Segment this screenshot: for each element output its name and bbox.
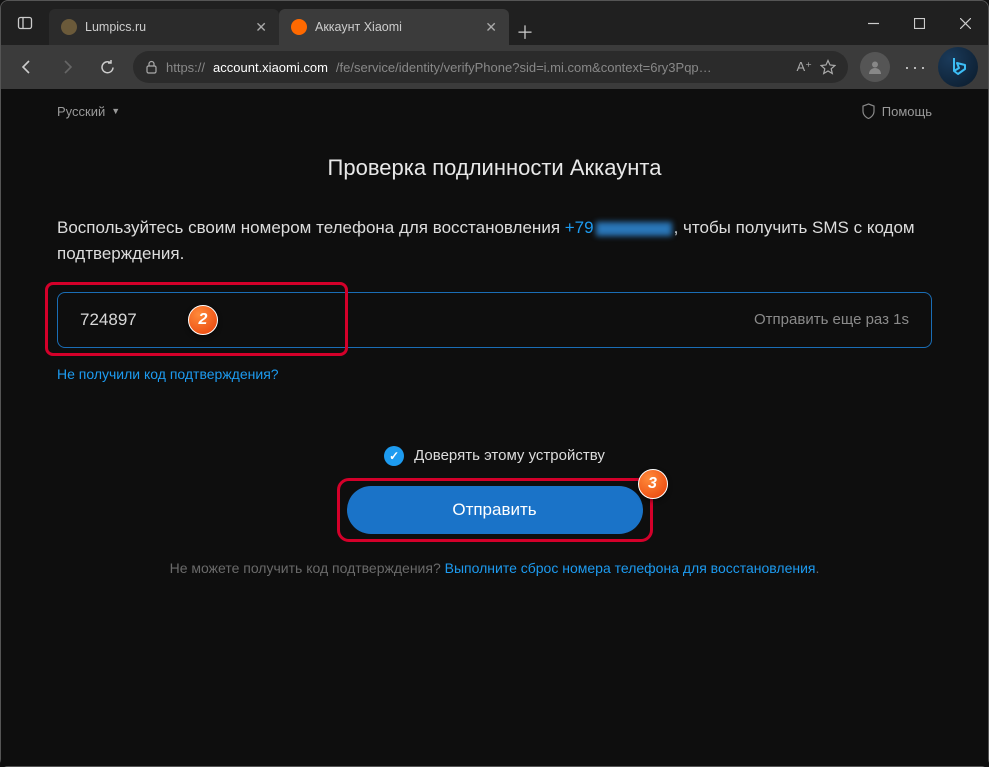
page-content: Русский ▼ Помощь Проверка подлинности Ак… xyxy=(1,89,988,766)
tab-strip: Lumpics.ru ✕ Аккаунт Xiaomi ✕ ＋ xyxy=(49,1,850,45)
tab-lumpics[interactable]: Lumpics.ru ✕ xyxy=(49,9,279,45)
lock-icon xyxy=(145,60,158,74)
tab-title: Аккаунт Xiaomi xyxy=(315,20,477,34)
url-domain: account.xiaomi.com xyxy=(213,60,328,75)
shield-icon xyxy=(861,103,876,119)
language-label: Русский xyxy=(57,104,105,119)
phone-number: +79 xyxy=(565,218,594,237)
back-button[interactable] xyxy=(9,51,45,83)
window-controls xyxy=(850,1,988,45)
favicon-icon xyxy=(291,19,307,35)
chevron-down-icon: ▼ xyxy=(111,106,120,116)
check-icon: ✓ xyxy=(384,446,404,466)
reader-mode-icon[interactable]: A⁺ xyxy=(796,59,812,75)
new-tab-button[interactable]: ＋ xyxy=(509,19,541,45)
code-input-wrapper: 724897 Отправить еще раз 1s 2 xyxy=(57,292,932,348)
close-window-button[interactable] xyxy=(942,1,988,45)
instruction-text: Воспользуйтесь своим номером телефона дл… xyxy=(57,215,932,268)
submit-button[interactable]: Отправить xyxy=(347,486,643,534)
language-selector[interactable]: Русский ▼ xyxy=(57,103,120,119)
trust-device-checkbox[interactable]: ✓ Доверять этому устройству xyxy=(384,446,605,466)
no-code-link[interactable]: Не получили код подтверждения? xyxy=(57,366,279,382)
profile-button[interactable] xyxy=(860,52,890,82)
help-link[interactable]: Помощь xyxy=(861,103,932,119)
titlebar: Lumpics.ru ✕ Аккаунт Xiaomi ✕ ＋ xyxy=(1,1,988,45)
tab-title: Lumpics.ru xyxy=(85,20,247,34)
favorite-icon[interactable] xyxy=(820,59,836,75)
menu-button[interactable]: ··· xyxy=(898,51,934,83)
url-box[interactable]: https:// account.xiaomi.com/fe/service/id… xyxy=(133,51,848,83)
resend-countdown: Отправить еще раз 1s xyxy=(754,311,909,328)
address-bar: https:// account.xiaomi.com/fe/service/id… xyxy=(1,45,988,89)
favicon-icon xyxy=(61,19,77,35)
url-scheme: https:// xyxy=(166,60,205,75)
annotation-badge-2: 2 xyxy=(188,305,218,335)
page-title: Проверка подлинности Аккаунта xyxy=(57,155,932,181)
maximize-button[interactable] xyxy=(896,1,942,45)
browser-window: Lumpics.ru ✕ Аккаунт Xiaomi ✕ ＋ https://… xyxy=(0,0,989,767)
annotation-badge-3: 3 xyxy=(638,469,668,499)
page-header: Русский ▼ Помощь xyxy=(1,89,988,119)
refresh-button[interactable] xyxy=(89,51,125,83)
tab-actions-icon[interactable] xyxy=(1,1,49,45)
form-center: ✓ Доверять этому устройству Отправить 3 … xyxy=(57,446,932,576)
close-icon[interactable]: ✕ xyxy=(255,19,267,36)
code-value: 724897 xyxy=(80,310,754,330)
bing-chat-button[interactable] xyxy=(938,47,978,87)
submit-wrapper: Отправить 3 xyxy=(347,486,643,534)
footer-text: Не можете получить код подтверждения? Вы… xyxy=(57,560,932,576)
minimize-button[interactable] xyxy=(850,1,896,45)
url-path: /fe/service/identity/verifyPhone?sid=i.m… xyxy=(336,60,789,75)
reset-phone-link[interactable]: Выполните сброс номера телефона для восс… xyxy=(445,560,816,576)
forward-button xyxy=(49,51,85,83)
phone-masked xyxy=(596,222,672,236)
help-label: Помощь xyxy=(882,104,932,119)
main-form: Проверка подлинности Аккаунта Воспользуй… xyxy=(1,119,988,576)
tab-xiaomi-account[interactable]: Аккаунт Xiaomi ✕ xyxy=(279,9,509,45)
trust-label: Доверять этому устройству xyxy=(414,447,605,464)
close-icon[interactable]: ✕ xyxy=(485,19,497,36)
